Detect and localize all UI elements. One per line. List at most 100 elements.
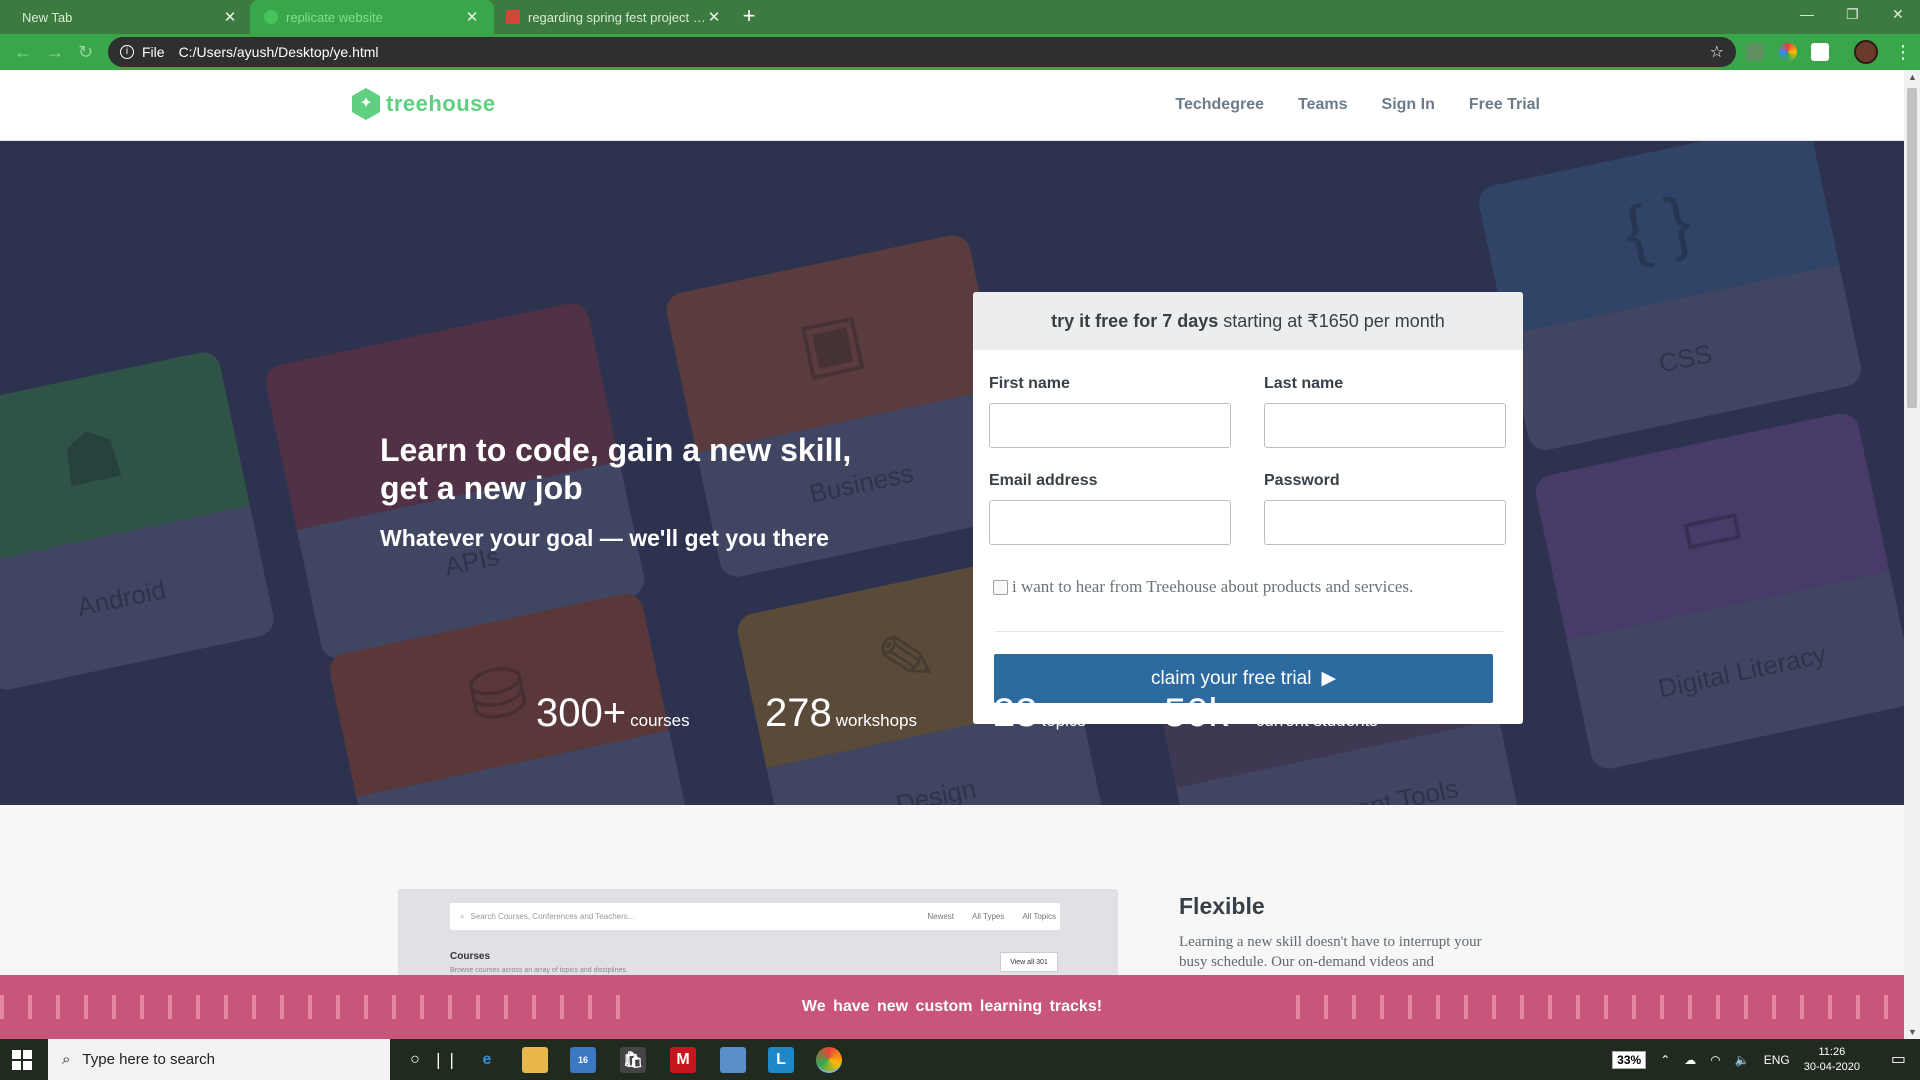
nav-teams[interactable]: Teams (1298, 96, 1348, 114)
l-app-icon[interactable]: L (768, 1047, 794, 1073)
hero-section: ☗ Android APIs ▣ Business { } CSS ▭ Digi… (0, 141, 1904, 805)
address-url[interactable]: C:/Users/ayush/Desktop/ye.html (179, 44, 379, 60)
system-tray: 33% ⌃ ☁ ◠ 🔈 ENG 11:26 30-04-2020 (1612, 1039, 1860, 1080)
tab-title: New Tab (22, 9, 73, 25)
trial-offer: try it free for 7 days (1051, 310, 1219, 331)
onedrive-icon[interactable]: ☁ (1684, 1053, 1696, 1067)
volume-icon[interactable]: 🔈 (1735, 1053, 1750, 1067)
close-tab-icon[interactable]: ✕ (464, 8, 480, 26)
wifi-icon[interactable]: ◠ (1710, 1053, 1720, 1067)
mail-icon[interactable]: 16 (570, 1047, 596, 1073)
back-icon[interactable]: ← (14, 42, 32, 63)
signup-header: try it free for 7 days starting at ₹1650… (973, 292, 1523, 350)
treehouse-leaf-icon: ✦ (352, 88, 380, 120)
search-icon: ⌕ (460, 911, 465, 921)
address-scheme: File (142, 44, 165, 60)
last-name-label: Last name (1264, 375, 1344, 392)
task-view-icon[interactable]: ❘❘ (432, 1047, 459, 1073)
stat-label: workshops (835, 711, 918, 730)
scroll-down-icon[interactable]: ▼ (1908, 1027, 1917, 1037)
clock[interactable]: 11:26 30-04-2020 (1804, 1045, 1860, 1075)
stat-number: 300+ (536, 691, 627, 735)
language-indicator[interactable]: ENG (1764, 1053, 1790, 1067)
banner-decoration (0, 995, 620, 1019)
chevron-up-icon[interactable]: ⌃ (1660, 1053, 1670, 1067)
flexible-title: Flexible (1179, 893, 1265, 919)
store-icon[interactable]: 🛍 (620, 1047, 646, 1073)
site-favicon-icon (264, 10, 278, 24)
nav-free-trial[interactable]: Free Trial (1469, 96, 1540, 114)
profile-avatar[interactable] (1854, 40, 1878, 64)
stat-number: 23 (993, 691, 1038, 735)
password-field[interactable] (1264, 500, 1506, 545)
tab-title: regarding spring fest project - a (528, 9, 706, 25)
bookmark-star-icon[interactable]: ☆ (1710, 42, 1724, 62)
windows-start-icon[interactable] (12, 1050, 32, 1070)
cortana-icon[interactable]: ○ (402, 1047, 428, 1073)
scroll-up-icon[interactable]: ▲ (1908, 72, 1917, 82)
first-name-field[interactable] (989, 403, 1231, 448)
reload-icon[interactable]: ↻ (78, 42, 93, 63)
tab-gmail[interactable]: regarding spring fest project - a ✕ (492, 0, 736, 34)
cta-label: claim your free trial (1150, 667, 1312, 689)
hero-overlay (0, 141, 1904, 805)
stat-number: 50k+ (1164, 691, 1252, 735)
opt-in-row: i want to hear from Treehouse about prod… (993, 577, 1413, 597)
stat-label: current students (1255, 711, 1378, 730)
stat-courses: 300+ courses (536, 691, 690, 736)
preview-filter: Newest (927, 912, 955, 921)
treehouse-logo[interactable]: ✦ treehouse (352, 88, 496, 120)
opt-in-label: i want to hear from Treehouse about prod… (1012, 577, 1414, 596)
hero-subheadline: Whatever your goal — we'll get you there (380, 525, 829, 551)
battery-indicator[interactable]: 33% (1612, 1050, 1647, 1069)
chrome-icon[interactable] (816, 1047, 842, 1073)
new-tab-button[interactable]: + (738, 5, 760, 28)
tab-new-tab[interactable]: New Tab ✕ (8, 0, 252, 34)
extension-icon[interactable] (1746, 43, 1764, 61)
last-name-field[interactable] (1264, 403, 1506, 448)
page-scrollbar[interactable]: ▲ ▼ (1904, 70, 1920, 1039)
maximize-icon[interactable]: ❐ (1846, 6, 1859, 23)
notification-center-icon[interactable]: ▭ (1891, 1049, 1906, 1069)
browser-tab-bar: New Tab ✕ replicate website ✕ regarding … (0, 0, 1920, 34)
forward-icon[interactable]: → (46, 42, 64, 63)
page-viewport: ✦ treehouse Techdegree Teams Sign In Fre… (0, 70, 1904, 1039)
close-tab-icon[interactable]: ✕ (706, 8, 722, 26)
nav-techdegree[interactable]: Techdegree (1175, 96, 1264, 114)
windows-taskbar: ⌕ Type here to search ○ ❘❘ e 16 🛍 M L 33… (0, 1039, 1920, 1080)
mcafee-icon[interactable]: M (670, 1047, 696, 1073)
preview-filters: Newest All Types All Topics (927, 912, 1056, 921)
color-picker-extension-icon[interactable] (1779, 43, 1797, 61)
taskbar-search[interactable]: ⌕ Type here to search (48, 1039, 390, 1080)
close-window-icon[interactable]: ✕ (1892, 6, 1904, 23)
stat-number: 278 (765, 691, 832, 735)
address-bar[interactable]: i File C:/Users/ayush/Desktop/ye.html ☆ (108, 37, 1736, 67)
app-icon[interactable] (720, 1047, 746, 1073)
tab-title: replicate website (286, 9, 383, 25)
scrollbar-thumb[interactable] (1907, 88, 1917, 408)
password-label: Password (1264, 472, 1340, 489)
email-field[interactable] (989, 500, 1231, 545)
site-nav: Techdegree Teams Sign In Free Trial (1175, 96, 1540, 114)
tab-replicate-website[interactable]: replicate website ✕ (250, 0, 494, 34)
preview-courses-title: Courses (450, 951, 491, 962)
signup-form: try it free for 7 days starting at ₹1650… (973, 292, 1523, 724)
notes-extension-icon[interactable] (1811, 43, 1829, 61)
chrome-menu-icon[interactable]: ⋮ (1894, 42, 1912, 63)
nav-sign-in[interactable]: Sign In (1382, 96, 1435, 114)
info-icon[interactable]: i (120, 45, 134, 59)
banner-decoration (1296, 995, 1904, 1019)
edge-icon[interactable]: e (474, 1047, 500, 1073)
search-icon: ⌕ (62, 1051, 71, 1068)
minimize-icon[interactable]: — (1800, 6, 1814, 22)
logo-text: treehouse (386, 91, 496, 116)
email-label: Email address (989, 472, 1098, 489)
opt-in-checkbox[interactable] (993, 579, 1008, 595)
learning-tracks-banner[interactable]: We have new custom learning tracks! (0, 975, 1904, 1039)
mail-badge: 16 (577, 1055, 588, 1065)
close-tab-icon[interactable]: ✕ (222, 8, 238, 26)
site-header: ✦ treehouse Techdegree Teams Sign In Fre… (0, 70, 1904, 141)
file-explorer-icon[interactable] (522, 1047, 548, 1073)
trial-price: starting at ₹1650 per month (1223, 310, 1445, 331)
play-arrow-icon: ▶ (1321, 668, 1337, 689)
